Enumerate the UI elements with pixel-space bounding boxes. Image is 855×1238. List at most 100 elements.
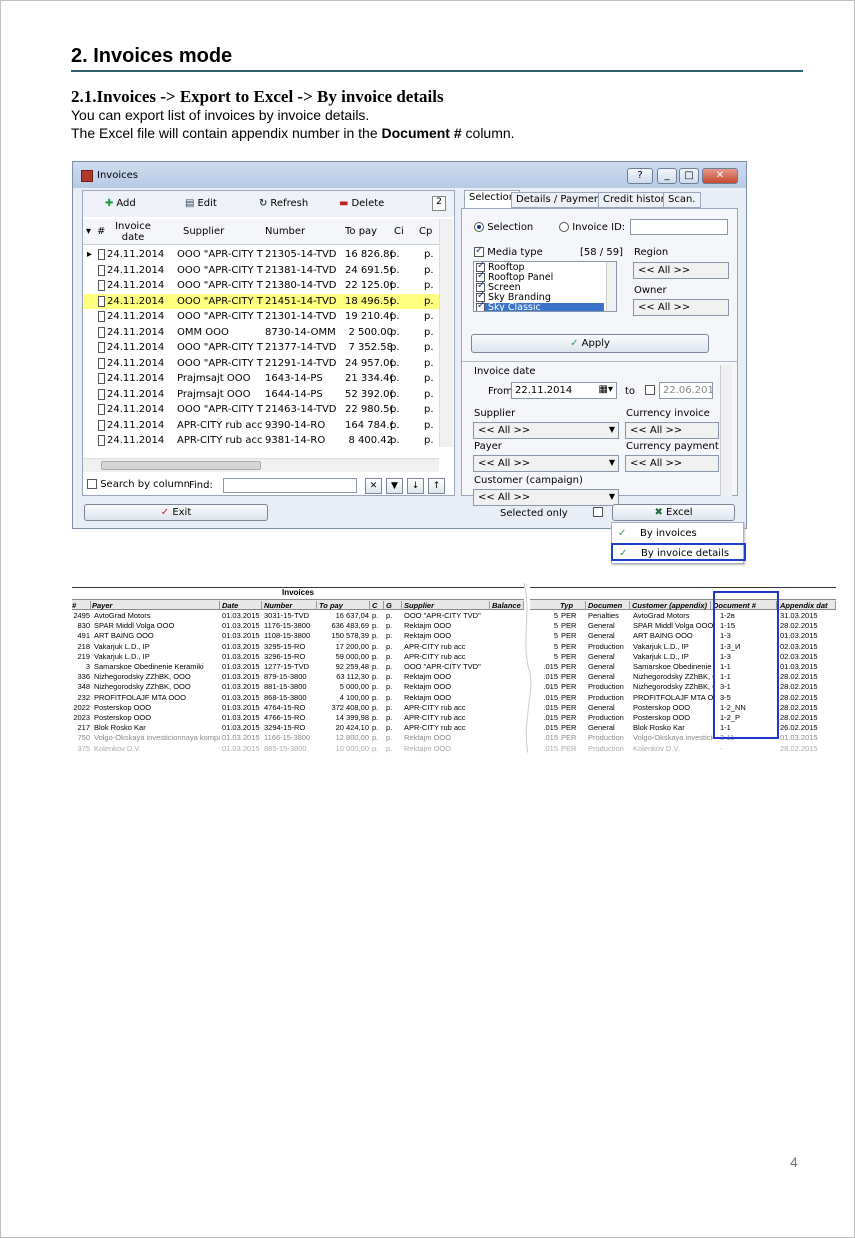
exit-button[interactable]: ✓ Exit [84,504,268,521]
overflow-button[interactable]: 2 [432,196,446,211]
table-row[interactable]: 24.11.2014 APR-CITY rub acc 9390-14-RO 164 … [83,418,439,434]
excel-label: Excel [666,507,693,518]
row-checkbox[interactable] [98,326,105,338]
currency-payment-select[interactable]: << All >> [625,455,719,472]
table-row[interactable]: 24.11.2014 Prajmsajt OOO 1644-14-PS 52 392.… [83,387,439,403]
grid-vscroll[interactable] [439,219,453,447]
to-date-toggle[interactable] [645,385,655,396]
table-row[interactable]: 24.11.2014 Prajmsajt OOO 1643-14-PS 21 334.… [83,371,439,387]
minimize-button[interactable]: _ [657,168,677,184]
row-checkbox[interactable] [98,435,105,446]
col-to-pay[interactable]: To pay [345,226,377,237]
find-next-button[interactable]: ↓ [407,478,424,494]
row-checkbox[interactable] [98,249,105,260]
owner-select[interactable]: << All >> [633,299,729,316]
menu-item-label: By invoice details [641,548,730,559]
cell-supplier: Prajmsajt OOO [177,388,251,400]
row-checkbox[interactable] [98,388,105,400]
currency-invoice-select[interactable]: << All >> [625,422,719,439]
col-ci[interactable]: Ci [394,226,404,237]
media-type-list[interactable]: Rooftop Rooftop Panel Screen Sky Brandin… [473,261,617,312]
table-row[interactable]: 24.11.2014 APR-CITY rub acc 9381-14-RO 8 40… [83,433,439,449]
refresh-button[interactable]: ↻ Refresh [259,198,308,209]
media-type-toggle[interactable]: Media type [474,245,543,258]
maximize-button[interactable]: □ [679,168,699,184]
excel-row: 336 Nizhegorodsky ZZhBK, OOO 01.03.2015 879… [72,672,524,682]
search-by-column-toggle[interactable]: Search by column [87,479,190,490]
col-supplier[interactable]: Supplier [183,226,224,237]
close-button[interactable]: ✕ [702,168,738,184]
excel-cell: 01.03.2015 [222,733,260,743]
row-checkbox[interactable] [98,357,105,369]
excel-cell: 02.03.2015 [780,641,818,651]
clear-find-button[interactable]: ✕ [365,478,382,494]
excel-sheet-right: Typ Documen Customer (appendix) Document # A… [530,583,836,753]
invoice-id-radio[interactable] [559,222,569,232]
delete-button[interactable]: ▬ Delete [339,198,384,209]
paragraph-2: The Excel file will contain appendix num… [71,125,515,141]
table-row[interactable]: 24.11.2014 OOO "APR-CITY TVD21301-14-TVD 1… [83,309,439,325]
table-row[interactable]: 24.11.2014 OOO "APR-CITY TVD21451-14-TVD 1… [83,293,439,309]
col-filter-icon[interactable]: ▾ [86,226,91,237]
media-list-scrollbar[interactable] [606,262,616,311]
col-hash[interactable]: # [97,226,105,237]
media-type-item[interactable]: Sky Classic [476,301,604,311]
document-page: 2. Invoices mode 2.1.Invoices -> Export … [0,0,855,1238]
row-checkbox[interactable] [98,373,105,384]
row-checkbox[interactable] [98,295,105,307]
table-row[interactable]: ▸ 24.11.2014 OOO "APR-CITY TVD21305-14-TVD… [83,247,439,263]
find-input[interactable] [223,478,357,493]
radio-invoice-id-option[interactable]: Invoice ID: [559,222,625,233]
table-row[interactable]: 24.11.2014 OOO "APR-CITY TVD21291-14-TVD 2… [83,356,439,372]
search-by-column-checkbox[interactable] [87,479,97,489]
apply-button[interactable]: ✓ Apply [471,334,709,353]
payer-select[interactable]: << All >> ▼ [473,455,619,472]
table-row[interactable]: 24.11.2014 OOO "APR-CITY TVD21463-14-TVD 2… [83,402,439,418]
table-row[interactable]: 24.11.2014 OOO "APR-CITY TVD21380-14-TVD 2… [83,278,439,294]
filter-button[interactable]: ▼ [386,478,403,494]
tab-scan[interactable]: Scan. [663,192,701,208]
invoice-id-input[interactable] [630,219,728,235]
cell-number: 21380-14-TVD [265,280,337,291]
to-date-input[interactable]: 22.06.2015 [659,382,713,399]
excel-cell: 232 [77,692,90,702]
col-invoice-date[interactable]: Invoice date [113,221,153,243]
excel-cell: 63 112,30 [336,672,369,682]
hscroll-thumb[interactable] [101,461,261,470]
media-item-checkbox[interactable] [476,301,485,311]
filters-vscroll[interactable] [720,365,732,496]
menu-item-by-invoices[interactable]: ✓ By invoices [612,525,743,543]
row-checkbox[interactable] [98,280,105,291]
add-button[interactable]: ✚ Add [105,198,136,209]
col-cp[interactable]: Cp [419,226,432,237]
selection-radio[interactable] [474,222,484,232]
row-checkbox[interactable] [98,419,105,431]
from-date-input[interactable]: 22.11.2014 ▦▾ [511,382,617,399]
excel-button[interactable]: ✖ Excel [612,504,735,521]
supplier-select[interactable]: << All >> ▼ [473,422,619,439]
radio-selection-option[interactable]: Selection [474,222,533,233]
to-date-checkbox[interactable] [645,385,655,395]
delete-label: Delete [351,198,385,209]
table-row[interactable]: 24.11.2014 OMM OOO 8730-14-OMM 2 500.00 p. p. [83,325,439,341]
table-row[interactable]: 24.11.2014 OOO "APR-CITY TVD21377-14-TVD 7… [83,340,439,356]
row-checkbox[interactable] [98,311,105,322]
media-type-checkbox[interactable] [474,245,484,257]
region-select[interactable]: << All >> [633,262,729,279]
selected-only-checkbox[interactable] [593,507,603,517]
row-checkbox[interactable] [98,404,105,415]
calendar-icon[interactable]: ▦▾ [599,384,613,395]
customer-select[interactable]: << All >> ▼ [473,489,619,506]
help-button[interactable]: ? [627,168,653,184]
grid-hscroll[interactable] [83,458,439,472]
row-checkbox[interactable] [98,264,105,276]
excel-cell: Penalties [588,611,619,620]
find-prev-button[interactable]: ↑ [428,478,445,494]
selected-only-toggle[interactable] [593,507,603,518]
edit-button[interactable]: ▤ Edit [185,198,217,209]
col-number[interactable]: Number [265,226,305,237]
table-row[interactable]: 24.11.2014 OOO "APR-CITY TVD21381-14-TVD 2… [83,263,439,279]
delete-icon: ▬ [339,198,349,209]
menu-item-by-invoice-details[interactable]: ✓ By invoice details [611,543,746,561]
row-checkbox[interactable] [98,342,105,353]
